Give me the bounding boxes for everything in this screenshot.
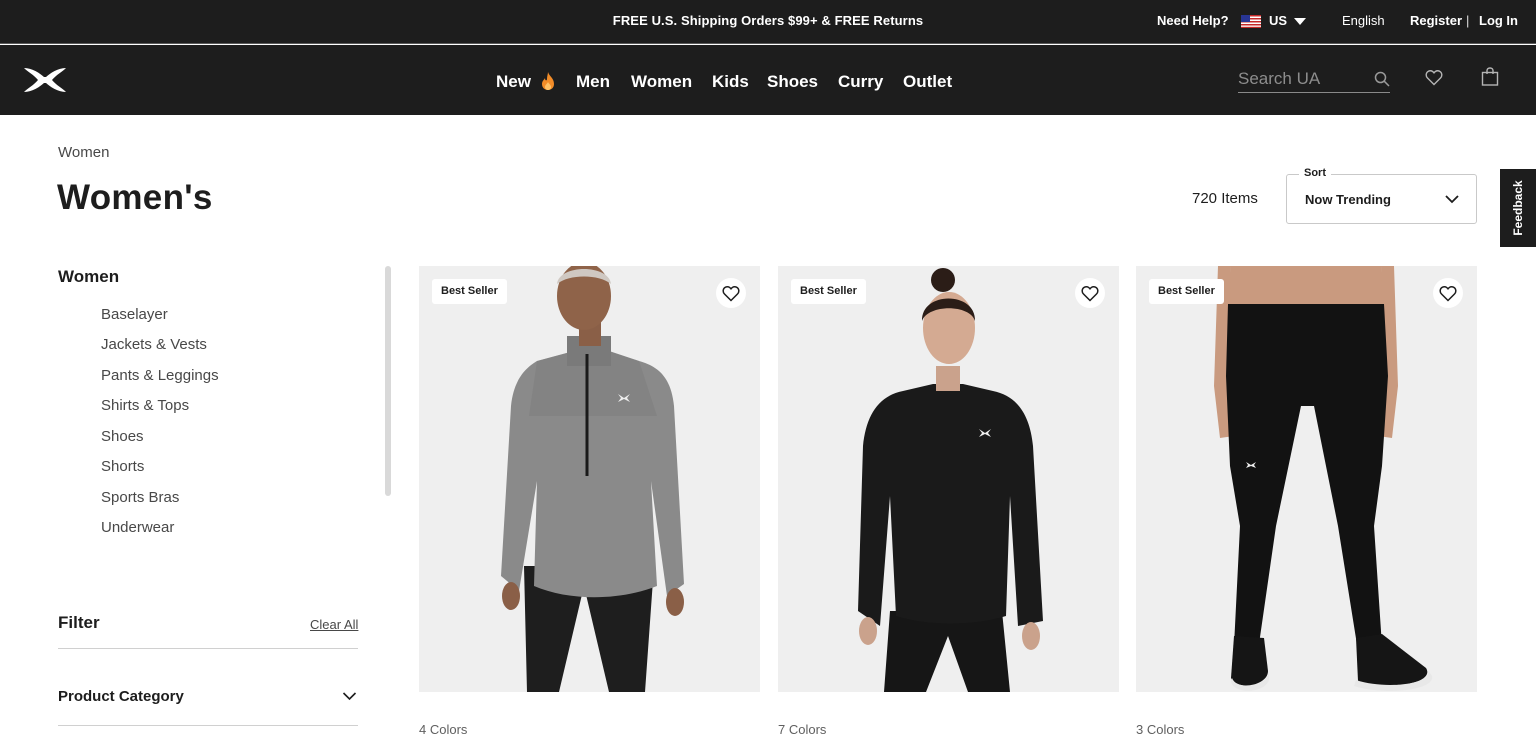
product-category-filter[interactable]: Product Category	[58, 688, 184, 705]
product-colors-count[interactable]: 4 Colors	[419, 722, 467, 737]
sort-label: Sort	[1299, 167, 1331, 179]
account-divider: |	[1466, 13, 1470, 28]
nav-item-outlet[interactable]: Outlet	[903, 72, 952, 92]
nav-item-women[interactable]: Women	[631, 72, 692, 92]
sort-value: Now Trending	[1305, 192, 1391, 207]
register-link[interactable]: Register	[1410, 13, 1462, 28]
product-image-leggings[interactable]	[1136, 266, 1477, 692]
filter-divider	[58, 725, 358, 726]
heart-icon	[1081, 286, 1099, 302]
nav-item-men[interactable]: Men	[576, 72, 610, 92]
best-seller-badge: Best Seller	[1149, 279, 1224, 304]
heart-icon	[1439, 286, 1457, 302]
login-link[interactable]: Log In	[1479, 13, 1518, 28]
chevron-down-icon	[1445, 195, 1459, 204]
sidebar-item-shorts[interactable]: Shorts	[101, 458, 144, 475]
nav-item-kids[interactable]: Kids	[712, 72, 749, 92]
page-title: Women's	[57, 178, 213, 217]
wishlist-button[interactable]	[716, 278, 746, 308]
need-help-link[interactable]: Need Help?	[1157, 13, 1229, 28]
clear-all-link[interactable]: Clear All	[310, 617, 358, 632]
promo-bar: FREE U.S. Shipping Orders $99+ & FREE Re…	[0, 0, 1536, 44]
sidebar-item-jackets-vests[interactable]: Jackets & Vests	[101, 336, 207, 353]
product-colors-count[interactable]: 7 Colors	[778, 722, 826, 737]
chevron-down-icon[interactable]	[342, 691, 357, 701]
search-icon[interactable]	[1374, 71, 1390, 87]
feedback-tab[interactable]: Feedback	[1500, 169, 1536, 247]
product-card[interactable]: Best Seller	[1136, 266, 1477, 692]
language-selector[interactable]: English	[1342, 13, 1385, 28]
country-selector[interactable]: US	[1269, 13, 1287, 28]
nav-item-new[interactable]: New	[496, 72, 531, 92]
sidebar-item-shirts-tops[interactable]: Shirts & Tops	[101, 397, 189, 414]
wishlist-heart-icon[interactable]	[1425, 69, 1443, 86]
us-flag-icon[interactable]	[1241, 15, 1261, 28]
item-count: 720 Items	[1192, 190, 1258, 207]
filter-title: Filter	[58, 613, 100, 632]
nav-item-shoes[interactable]: Shoes	[767, 72, 818, 92]
wishlist-button[interactable]	[1075, 278, 1105, 308]
sidebar-item-underwear[interactable]: Underwear	[101, 519, 174, 536]
sort-dropdown[interactable]: Sort Now Trending	[1286, 167, 1477, 224]
best-seller-badge: Best Seller	[432, 279, 507, 304]
best-seller-badge: Best Seller	[791, 279, 866, 304]
sidebar-item-pants-leggings[interactable]: Pants & Leggings	[101, 367, 219, 384]
product-image-quarter-zip[interactable]	[419, 266, 760, 692]
shopping-bag-icon[interactable]	[1481, 67, 1499, 86]
search-box	[1238, 65, 1390, 93]
sidebar-scrollbar[interactable]	[385, 266, 391, 496]
breadcrumb[interactable]: Women	[58, 144, 109, 161]
flame-icon	[542, 72, 554, 90]
sidebar-heading[interactable]: Women	[58, 267, 119, 287]
search-input[interactable]	[1238, 68, 1368, 90]
filter-divider	[58, 648, 358, 649]
sidebar-item-shoes[interactable]: Shoes	[101, 428, 144, 445]
product-card[interactable]: Best Seller	[419, 266, 760, 692]
wishlist-button[interactable]	[1433, 278, 1463, 308]
feedback-label: Feedback	[1511, 180, 1525, 236]
heart-icon	[722, 286, 740, 302]
sidebar-item-baselayer[interactable]: Baselayer	[101, 306, 168, 323]
nav-item-curry[interactable]: Curry	[838, 72, 883, 92]
product-image-long-sleeve[interactable]	[778, 266, 1119, 692]
country-caret-icon[interactable]	[1294, 18, 1306, 25]
product-card[interactable]: Best Seller	[778, 266, 1119, 692]
main-header: New Men Women Kids Shoes Curry Outlet	[0, 45, 1536, 115]
sidebar-item-sports-bras[interactable]: Sports Bras	[101, 489, 179, 506]
product-colors-count[interactable]: 3 Colors	[1136, 722, 1184, 737]
